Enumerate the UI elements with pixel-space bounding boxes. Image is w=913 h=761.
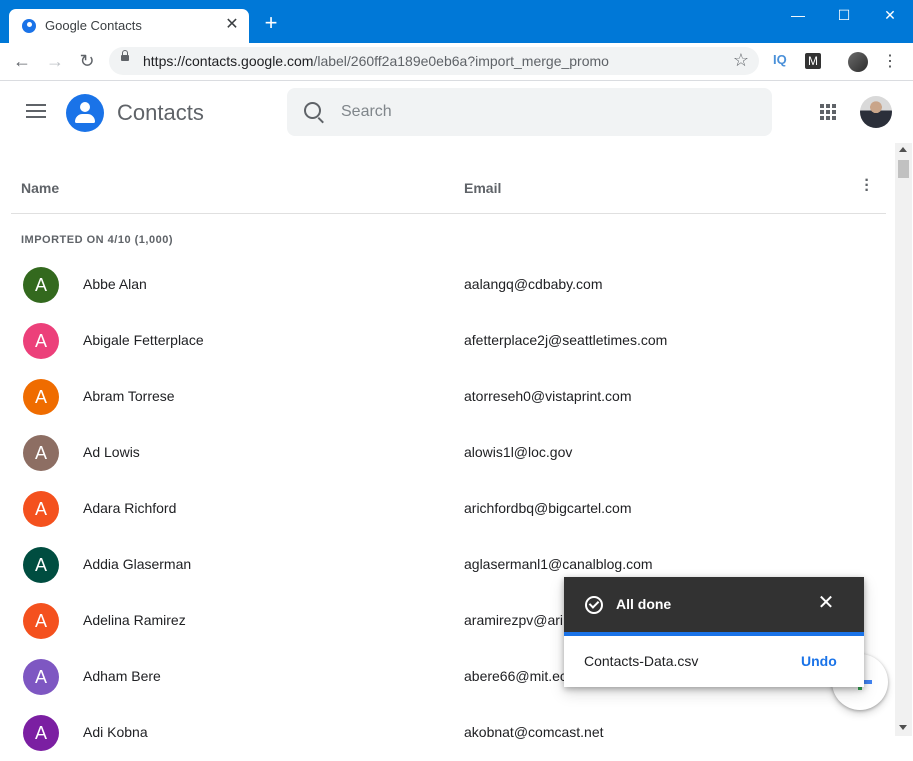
contact-name: Abram Torrese xyxy=(83,388,175,404)
toast-header: All done ✕ xyxy=(564,577,864,632)
column-header-name[interactable]: Name xyxy=(21,180,59,196)
address-bar[interactable]: https://contacts.google.com/label/260ff2… xyxy=(109,47,759,75)
contact-avatar: A xyxy=(23,435,59,471)
url-text[interactable]: https://contacts.google.com/label/260ff2… xyxy=(143,53,609,69)
reload-button[interactable]: ↻ xyxy=(74,48,100,74)
account-avatar[interactable] xyxy=(860,96,892,128)
lock-icon xyxy=(121,50,129,61)
url-host: https://contacts.google.com xyxy=(143,53,314,69)
contact-row[interactable]: A Abram Torrese atorreseh0@vistaprint.co… xyxy=(11,369,886,425)
header-divider xyxy=(11,213,886,214)
scroll-up-arrow-icon[interactable] xyxy=(899,147,907,152)
contact-name: Abigale Fetterplace xyxy=(83,332,204,348)
contact-row[interactable]: A Abbe Alan aalangq@cdbaby.com xyxy=(11,257,886,313)
contact-email: abere66@mit.ec xyxy=(464,668,567,684)
scroll-down-arrow-icon[interactable] xyxy=(899,725,907,730)
section-label: IMPORTED ON 4/10 (1,000) xyxy=(21,234,173,246)
browser-menu-icon[interactable]: ⋮ xyxy=(882,51,898,71)
contact-name: Adelina Ramirez xyxy=(83,612,186,628)
contact-avatar: A xyxy=(23,603,59,639)
bookmark-star-icon[interactable]: ☆ xyxy=(733,50,749,71)
browser-title-bar: Google Contacts ✕ + — ☐ ✕ xyxy=(0,0,913,43)
contact-avatar: A xyxy=(23,323,59,359)
imported-file-name: Contacts-Data.csv xyxy=(584,653,699,669)
contact-email: aglasermanl1@canalblog.com xyxy=(464,556,653,572)
contact-email: arichfordbq@bigcartel.com xyxy=(464,500,632,516)
minimize-button[interactable]: — xyxy=(775,0,821,32)
tab-title: Google Contacts xyxy=(45,18,142,33)
contact-name: Adara Richford xyxy=(83,500,177,516)
contact-avatar: A xyxy=(23,659,59,695)
contacts-logo-icon xyxy=(66,94,104,132)
check-circle-icon xyxy=(585,596,603,614)
contact-avatar: A xyxy=(23,491,59,527)
m-extension-icon[interactable]: M xyxy=(805,53,821,69)
more-options-icon[interactable]: · · · xyxy=(860,173,874,199)
contact-email: alowis1l@loc.gov xyxy=(464,444,573,460)
new-tab-button[interactable]: + xyxy=(261,12,281,34)
contact-name: Addia Glaserman xyxy=(83,556,192,572)
undo-button[interactable]: Undo xyxy=(801,653,837,669)
contact-row[interactable]: A Abigale Fetterplace afetterplace2j@sea… xyxy=(11,313,886,369)
browser-tab[interactable]: Google Contacts ✕ xyxy=(9,9,249,43)
contact-email: aramirezpv@ari xyxy=(464,612,564,628)
main-menu-icon[interactable] xyxy=(26,104,46,118)
tab-close-icon[interactable]: ✕ xyxy=(223,16,241,34)
column-header-email[interactable]: Email xyxy=(464,180,501,196)
back-button[interactable]: ← xyxy=(9,48,35,74)
contact-avatar: A xyxy=(23,379,59,415)
toast-progress-bar xyxy=(564,632,864,636)
forward-button[interactable]: → xyxy=(42,48,68,74)
app-title: Contacts xyxy=(117,100,204,125)
browser-profile-avatar[interactable] xyxy=(848,52,868,72)
contacts-favicon-icon xyxy=(22,19,36,33)
page-scrollbar[interactable] xyxy=(895,143,912,736)
contact-row[interactable]: A Ad Lowis alowis1l@loc.gov xyxy=(11,425,886,481)
contact-row[interactable]: A Adara Richford arichfordbq@bigcartel.c… xyxy=(11,481,886,537)
contact-avatar: A xyxy=(23,715,59,751)
iq-extension-icon[interactable]: IQ xyxy=(773,52,787,67)
contact-email: akobnat@comcast.net xyxy=(464,724,604,740)
contact-email: atorreseh0@vistaprint.com xyxy=(464,388,632,404)
browser-toolbar: ← → ↻ https://contacts.google.com/label/… xyxy=(0,43,913,81)
contact-email: afetterplace2j@seattletimes.com xyxy=(464,332,668,348)
toast-close-icon[interactable]: ✕ xyxy=(816,593,836,613)
scroll-thumb[interactable] xyxy=(898,160,909,178)
toast-title: All done xyxy=(616,596,672,612)
contact-avatar: A xyxy=(23,267,59,303)
contact-name: Abbe Alan xyxy=(83,276,147,292)
contact-email: aalangq@cdbaby.com xyxy=(464,276,603,292)
search-input[interactable] xyxy=(341,102,741,122)
contact-name: Adham Bere xyxy=(83,668,161,684)
contact-avatar: A xyxy=(23,547,59,583)
search-icon[interactable] xyxy=(304,102,321,119)
import-toast: All done ✕ Contacts-Data.csv Undo xyxy=(564,577,864,687)
maximize-button[interactable]: ☐ xyxy=(821,0,867,32)
window-close-button[interactable]: ✕ xyxy=(867,0,913,32)
contact-name: Adi Kobna xyxy=(83,724,148,740)
contact-name: Ad Lowis xyxy=(83,444,140,460)
apps-grid-icon[interactable] xyxy=(820,104,836,120)
url-path: /label/260ff2a189e0eb6a?import_merge_pro… xyxy=(313,53,609,69)
contact-row[interactable]: A Adi Kobna akobnat@comcast.net xyxy=(11,705,886,761)
search-bar[interactable] xyxy=(287,88,772,136)
